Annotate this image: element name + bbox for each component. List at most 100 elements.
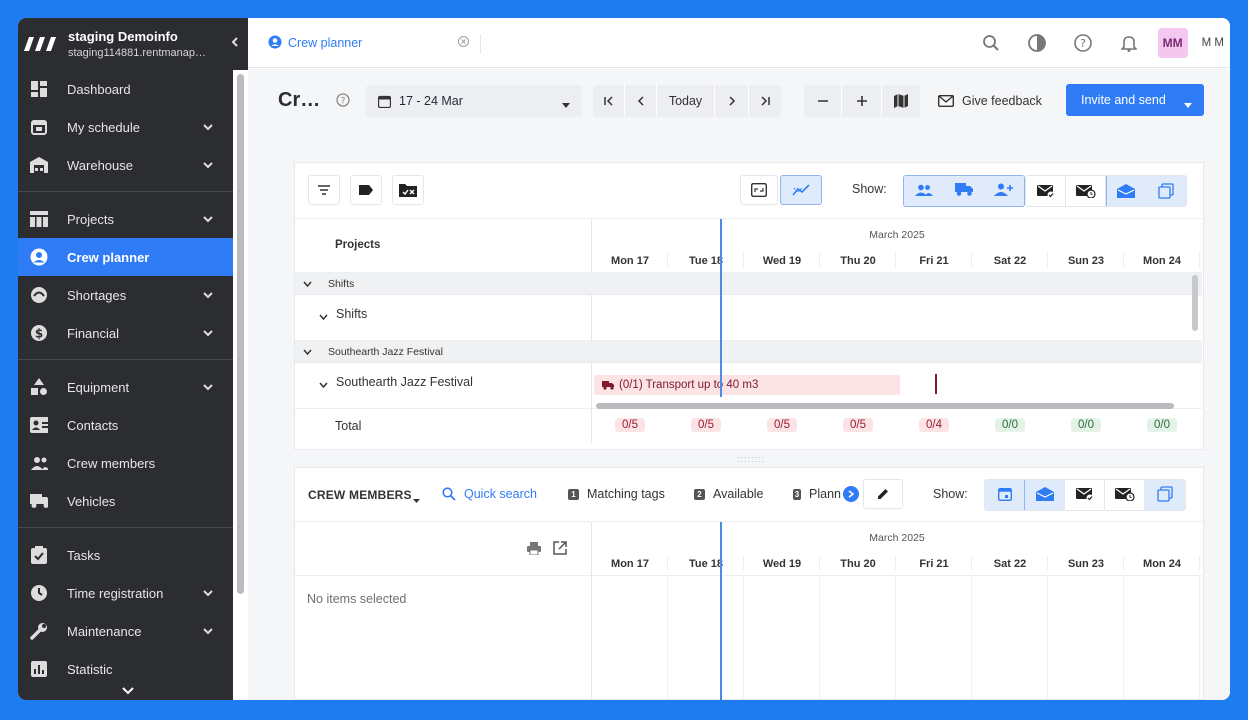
- close-tab-icon[interactable]: [458, 36, 469, 50]
- next-period-button[interactable]: [715, 85, 749, 117]
- copy-icon[interactable]: [1146, 176, 1186, 206]
- row-label: Southearth Jazz Festival: [336, 375, 473, 389]
- total-cell: 0/0: [1124, 409, 1200, 443]
- filter-planned[interactable]: 3 Plann: [793, 487, 841, 501]
- row-shifts[interactable]: Shifts: [295, 295, 592, 341]
- zoom-in-button[interactable]: [842, 85, 882, 117]
- sidebar-item-equipment[interactable]: Equipment: [18, 368, 233, 406]
- first-period-button[interactable]: [593, 85, 625, 117]
- chevron-down-icon[interactable]: [303, 346, 312, 358]
- sidebar-scrollbar[interactable]: [233, 70, 248, 700]
- sidebar-item-label: Maintenance: [67, 623, 142, 639]
- projects-icon: [30, 210, 48, 228]
- sidebar-item-warehouse[interactable]: Warehouse: [18, 146, 233, 184]
- chevron-down-icon[interactable]: [319, 309, 328, 323]
- give-feedback-button[interactable]: Give feedback: [938, 85, 1042, 117]
- collapse-sidebar-icon[interactable]: [230, 34, 240, 50]
- tag-icon[interactable]: [350, 175, 382, 205]
- filter-matching-tags[interactable]: 1 Matching tags: [568, 487, 665, 501]
- quick-search-button[interactable]: Quick search: [442, 487, 537, 501]
- group-row-festival[interactable]: Southearth Jazz Festival: [295, 341, 592, 363]
- day-header: Mon 24: [1124, 550, 1200, 575]
- mail-clock-icon[interactable]: [1066, 176, 1106, 206]
- chevron-down-icon[interactable]: [303, 278, 312, 290]
- copy-icon: [1157, 485, 1173, 505]
- help-icon[interactable]: ?: [1060, 18, 1106, 68]
- filter-icon[interactable]: [308, 175, 340, 205]
- sidebar-item-label: Tasks: [67, 547, 101, 563]
- crew-toggle[interactable]: [904, 176, 944, 206]
- day-headers: Mon 17 Tue 18 Wed 19 Thu 20 Fri 21 Sat 2…: [592, 247, 1202, 273]
- mail-check-icon[interactable]: [1026, 176, 1066, 206]
- total-label: Total: [295, 409, 592, 443]
- trend-icon[interactable]: [780, 175, 822, 205]
- mail-open-icon[interactable]: [1106, 176, 1146, 206]
- theme-icon[interactable]: [1014, 18, 1060, 68]
- scrollbar-thumb[interactable]: [237, 74, 244, 594]
- timeline-band: [592, 273, 1202, 295]
- sidebar-item-time-registration[interactable]: Time registration: [18, 574, 233, 612]
- total-value: 0/0: [995, 418, 1025, 432]
- tab-crew-planner[interactable]: Crew planner: [248, 18, 480, 68]
- last-period-button[interactable]: [749, 85, 781, 117]
- sidebar-item-contacts[interactable]: Contacts: [18, 406, 233, 444]
- edit-icon[interactable]: [863, 479, 903, 509]
- scroll-right-icon[interactable]: [843, 486, 859, 502]
- chevron-down-icon[interactable]: [319, 377, 328, 391]
- sidebar-item-shortages[interactable]: Shortages: [18, 276, 233, 314]
- sidebar-item-dashboard[interactable]: Dashboard: [18, 70, 233, 108]
- booking-marker[interactable]: [935, 374, 937, 394]
- day-header: Fri 21: [896, 247, 972, 272]
- show-label: Show:: [933, 487, 968, 501]
- map-icon[interactable]: [882, 85, 920, 117]
- previous-period-button[interactable]: [625, 85, 657, 117]
- caret-down-icon[interactable]: [1184, 97, 1192, 111]
- sidebar-item-crew-planner[interactable]: Crew planner: [18, 238, 233, 276]
- add-crew-toggle[interactable]: [984, 176, 1024, 206]
- date-range-picker[interactable]: 17 - 24 Mar: [366, 85, 582, 117]
- resize-handle[interactable]: ::::::::: [737, 454, 765, 464]
- invite-and-send-button[interactable]: Invite and send: [1066, 84, 1204, 116]
- sidebar-item-statistic[interactable]: Statistic: [18, 650, 233, 688]
- sidebar-item-my-schedule[interactable]: My schedule: [18, 108, 233, 146]
- crew-members-title[interactable]: CREW MEMBERS: [308, 488, 412, 502]
- bell-icon[interactable]: [1106, 18, 1152, 68]
- sidebar-item-projects[interactable]: Projects: [18, 200, 233, 238]
- row-festival[interactable]: Southearth Jazz Festival: [295, 363, 592, 409]
- group-row-shifts[interactable]: Shifts: [295, 273, 592, 295]
- vehicles-toggle[interactable]: [944, 176, 984, 206]
- fit-screen-icon[interactable]: [740, 175, 778, 205]
- mail-clock-icon: [1114, 487, 1135, 504]
- sidebar-item-tasks[interactable]: Tasks: [18, 536, 233, 574]
- filter-available[interactable]: 2 Available: [694, 487, 764, 501]
- print-icon[interactable]: [527, 542, 541, 558]
- today-button[interactable]: Today: [657, 85, 715, 117]
- caret-down-icon[interactable]: [413, 491, 420, 506]
- calendar-toggle[interactable]: [985, 480, 1025, 510]
- help-icon[interactable]: ?: [336, 93, 350, 110]
- org-switcher[interactable]: staging Demoinfo staging114881.rentmanap…: [18, 18, 248, 70]
- vertical-scrollbar[interactable]: [1192, 275, 1198, 331]
- mail-open-toggle[interactable]: [1025, 480, 1065, 510]
- sidebar-item-vehicles[interactable]: Vehicles: [18, 482, 233, 520]
- zoom-out-button[interactable]: [804, 85, 842, 117]
- mail-clock-toggle[interactable]: [1105, 480, 1145, 510]
- external-link-icon[interactable]: [553, 541, 567, 558]
- user-menu[interactable]: M M: [1202, 37, 1224, 49]
- filter-label: Plann: [809, 487, 841, 501]
- mail-icon: [938, 95, 954, 107]
- sidebar-item-crew-members[interactable]: Crew members: [18, 444, 233, 482]
- sidebar-item-maintenance[interactable]: Maintenance: [18, 612, 233, 650]
- mail-check-toggle[interactable]: [1065, 480, 1105, 510]
- sidebar-item-financial[interactable]: $ Financial: [18, 314, 233, 352]
- search-icon[interactable]: [968, 18, 1014, 68]
- date-range-value: 17 - 24 Mar: [399, 94, 463, 108]
- copy-toggle[interactable]: [1145, 480, 1185, 510]
- chevron-down-icon[interactable]: [122, 684, 134, 699]
- truck-icon: [954, 183, 973, 199]
- day-header: Sun 23: [1048, 247, 1124, 272]
- horizontal-scrollbar[interactable]: [596, 403, 1174, 409]
- folder-clear-icon[interactable]: [392, 175, 424, 205]
- booking-bar[interactable]: (0/1) Transport up to 40 m3: [594, 375, 900, 395]
- avatar[interactable]: MM: [1157, 28, 1188, 58]
